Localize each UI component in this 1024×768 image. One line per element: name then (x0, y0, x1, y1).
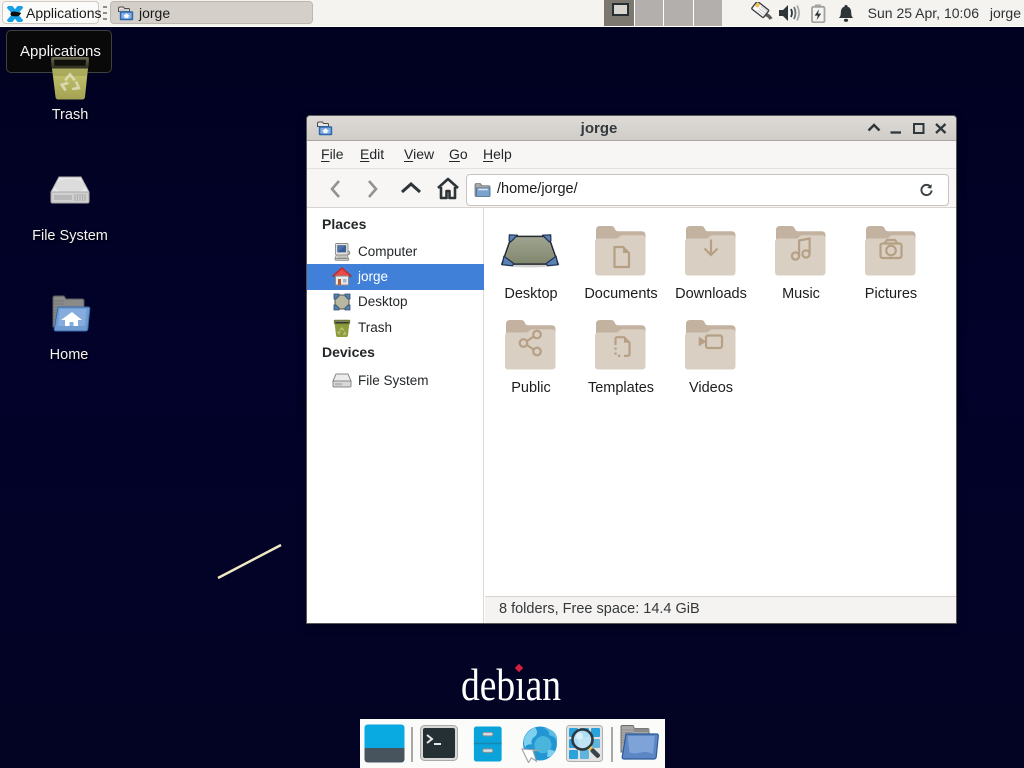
svg-text:debıan: debıan (461, 659, 561, 704)
